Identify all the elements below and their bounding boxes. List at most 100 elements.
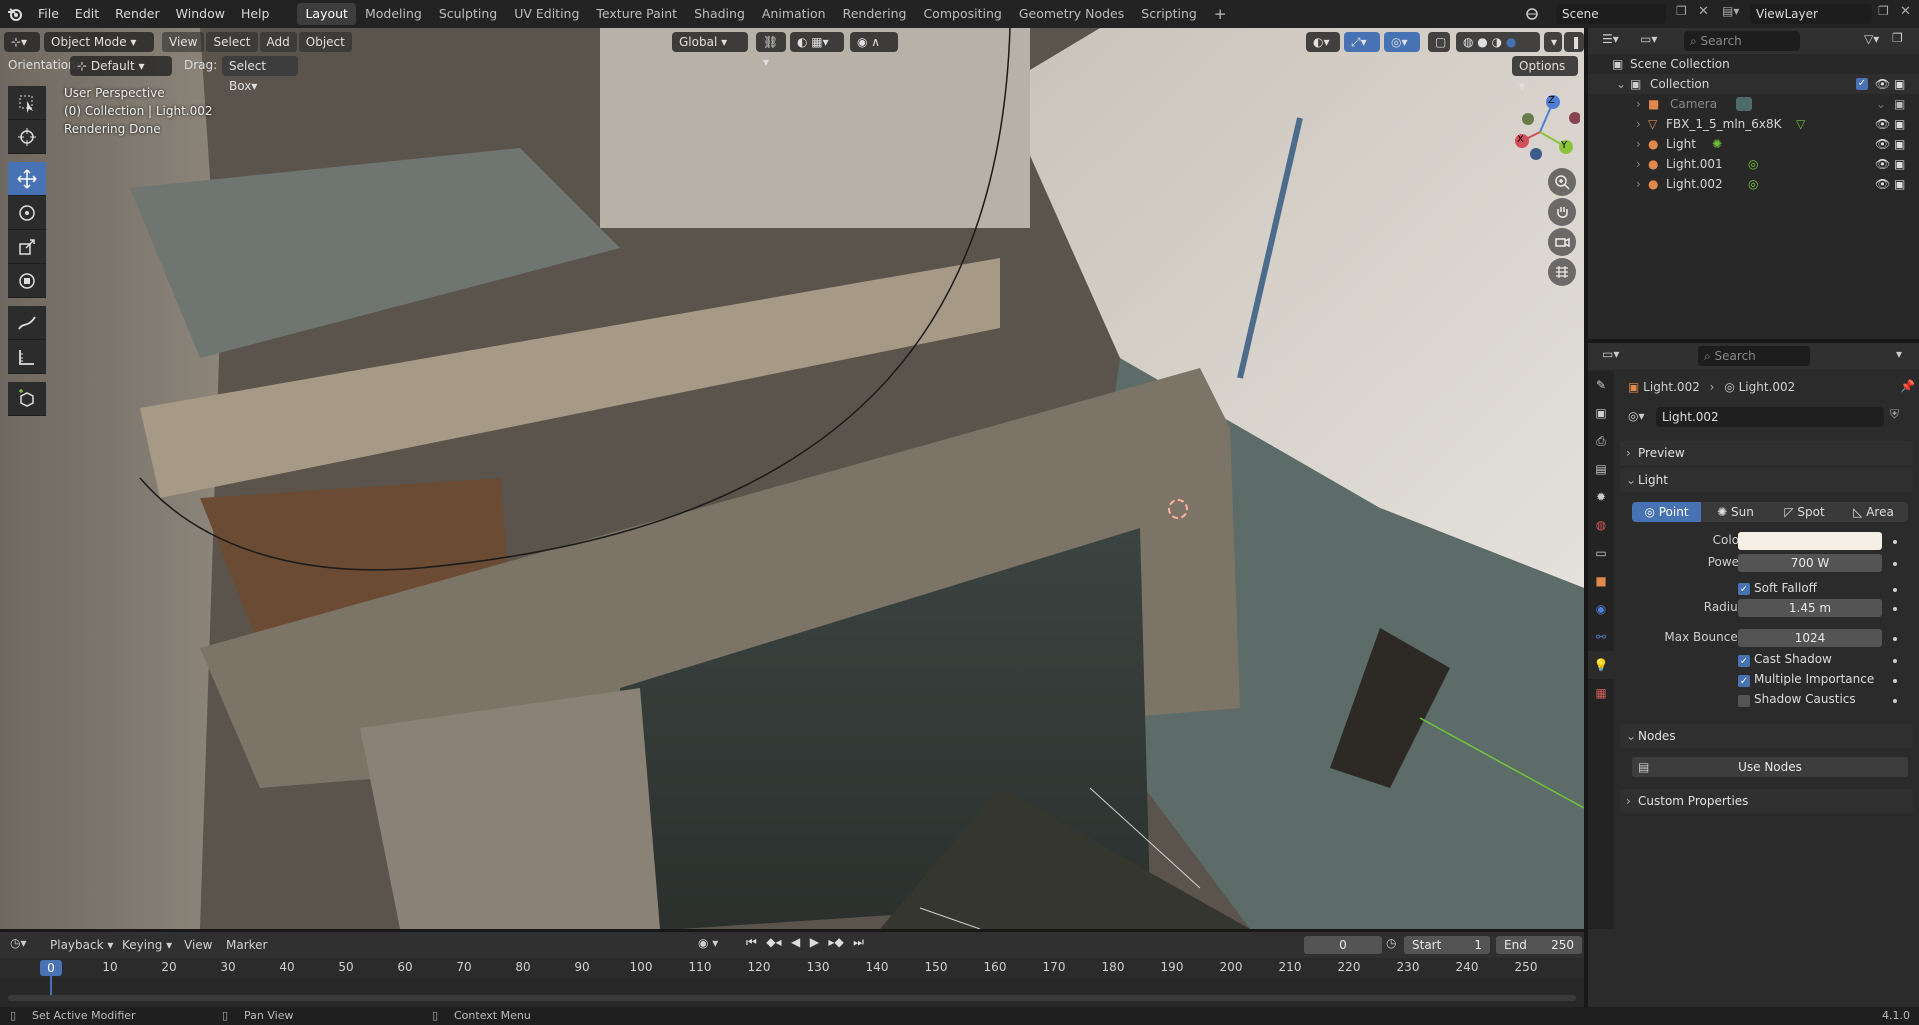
add-workspace-button[interactable]: +	[1206, 3, 1235, 25]
power-field[interactable]: 700 W	[1738, 554, 1882, 572]
physics-tab-icon[interactable]: ◉	[1588, 595, 1614, 623]
collection-expand-icon[interactable]: ⌄	[1616, 74, 1626, 94]
render-icon[interactable]: ▣	[1894, 114, 1905, 134]
end-frame-field[interactable]: End 250	[1496, 936, 1582, 954]
expand-icon[interactable]: ›	[1636, 94, 1641, 114]
display-mode-icon[interactable]: ▭▾	[1640, 32, 1670, 50]
start-frame-field[interactable]: Start 1	[1404, 936, 1490, 954]
menu-keying[interactable]: Keying ▾	[122, 938, 172, 952]
tab-rendering[interactable]: Rendering	[835, 3, 915, 25]
soft-falloff-checkbox[interactable]: ✓	[1738, 583, 1750, 595]
hidden-icon[interactable]: ⌄	[1876, 94, 1886, 114]
outliner-item-light-001[interactable]: › ● Light.001 ◎ 👁 ▣	[1588, 154, 1919, 174]
scene-icon[interactable]	[1522, 4, 1542, 24]
color-swatch[interactable]	[1738, 532, 1882, 550]
eye-icon[interactable]: 👁	[1875, 174, 1890, 194]
light-type-point[interactable]: ◎ Point	[1632, 502, 1701, 522]
properties-editor-type-icon[interactable]: ▭▾	[1602, 347, 1632, 361]
outliner-editor-type-icon[interactable]: ☰▾	[1602, 32, 1632, 50]
blender-logo-icon[interactable]	[0, 0, 30, 28]
xray-icon[interactable]: ▢	[1428, 32, 1450, 52]
pan-hand-icon[interactable]	[1548, 198, 1576, 226]
keyframe-dot[interactable]	[1893, 637, 1897, 641]
light-panel-header[interactable]: ⌄ Light	[1620, 468, 1913, 492]
menu-object[interactable]: Object	[298, 32, 352, 52]
annotate-tool[interactable]	[8, 306, 46, 340]
scene-tab-icon[interactable]: ✹	[1588, 483, 1614, 511]
tab-animation[interactable]: Animation	[754, 3, 834, 25]
view-layer-selector[interactable]: ViewLayer	[1750, 4, 1872, 24]
measure-tool[interactable]	[8, 340, 46, 374]
keyframe-dot[interactable]	[1893, 679, 1897, 683]
expand-icon[interactable]: ›	[1636, 134, 1641, 154]
editor-type-button[interactable]: ⊹▾	[4, 32, 40, 52]
menu-playback[interactable]: Playback ▾	[50, 938, 113, 952]
playhead[interactable]: 0	[40, 960, 62, 976]
collection-render-icon[interactable]: ▣	[1894, 74, 1905, 94]
light-datablock-field[interactable]: Light.002	[1656, 407, 1884, 427]
tab-sculpting[interactable]: Sculpting	[431, 3, 505, 25]
tab-uv-editing[interactable]: UV Editing	[506, 3, 587, 25]
menu-timeline-view[interactable]: View	[184, 938, 212, 952]
world-tab-icon[interactable]: ◍	[1588, 511, 1614, 539]
menu-file[interactable]: File	[30, 0, 67, 28]
eye-icon[interactable]: 👁	[1875, 134, 1890, 154]
timeline-scrollbar[interactable]	[8, 995, 1576, 1001]
outliner-item-mesh[interactable]: › ▽ FBX_1_5_mln_6x8K ▽ 👁 ▣	[1588, 114, 1919, 134]
perspective-toggle-icon[interactable]	[1548, 258, 1576, 286]
view-layer-tab-icon[interactable]: ▤	[1588, 455, 1614, 483]
light-type-sun[interactable]: ✺ Sun	[1701, 502, 1770, 522]
output-tab-icon[interactable]: ⎙	[1588, 427, 1614, 455]
transform-orientation-selector[interactable]: Global ▾	[672, 32, 748, 52]
light-data-tab-icon[interactable]: 💡	[1588, 651, 1614, 679]
tab-texture-paint[interactable]: Texture Paint	[588, 3, 685, 25]
menu-marker[interactable]: Marker	[226, 938, 267, 952]
light-type-spot[interactable]: ◸ Spot	[1770, 502, 1839, 522]
next-keyframe-icon[interactable]: ▸◆	[828, 935, 843, 955]
object-tab-icon[interactable]: ■	[1588, 567, 1614, 595]
mode-selector[interactable]: Object Mode ▾	[44, 32, 154, 52]
navigation-gizmo[interactable]: Z X Y	[1500, 92, 1581, 172]
zoom-icon[interactable]	[1548, 168, 1576, 196]
tab-geometry-nodes[interactable]: Geometry Nodes	[1011, 3, 1132, 25]
delete-view-layer-icon[interactable]: ✕	[1900, 4, 1916, 24]
delete-scene-icon[interactable]: ✕	[1698, 4, 1714, 24]
radius-field[interactable]: 1.45 m	[1738, 599, 1882, 617]
outliner-search-input[interactable]: ⌕ Search	[1684, 31, 1800, 51]
collection-exclude-checkbox[interactable]: ✓	[1856, 78, 1868, 90]
render-icon[interactable]: ▣	[1894, 134, 1905, 154]
expand-icon[interactable]: ›	[1636, 154, 1641, 174]
menu-render[interactable]: Render	[107, 0, 168, 28]
gizmo-toggle-icon[interactable]: ⤢▾	[1344, 32, 1380, 52]
collection-tab-icon[interactable]: ▭	[1588, 539, 1614, 567]
snap-icon[interactable]: ◐ ▦▾	[790, 32, 844, 52]
select-box-tool[interactable]	[8, 86, 46, 120]
clock-icon[interactable]: ◷	[1386, 936, 1396, 950]
jump-start-icon[interactable]: ⏮	[746, 935, 757, 955]
keyframe-dot[interactable]	[1893, 562, 1897, 566]
menu-window[interactable]: Window	[168, 0, 233, 28]
tab-compositing[interactable]: Compositing	[915, 3, 1009, 25]
outliner-item-light[interactable]: › ● Light ✺ 👁 ▣	[1588, 134, 1919, 154]
cast-shadow-checkbox[interactable]: ✓	[1738, 655, 1750, 667]
visibility-icon[interactable]: ◐▾	[1306, 32, 1340, 52]
play-icon[interactable]: ▶	[810, 935, 819, 955]
render-icon[interactable]: ▣	[1894, 174, 1905, 194]
scale-tool[interactable]	[8, 230, 46, 264]
tab-scripting[interactable]: Scripting	[1133, 3, 1205, 25]
keyframe-dot[interactable]	[1893, 607, 1897, 611]
custom-properties-panel-header[interactable]: › Custom Properties	[1620, 789, 1913, 813]
outliner-scene-collection-row[interactable]: ▣ Scene Collection	[1588, 54, 1919, 74]
eye-icon[interactable]: 👁	[1875, 154, 1890, 174]
eye-icon[interactable]: 👁	[1875, 114, 1890, 134]
menu-add[interactable]: Add	[259, 32, 297, 52]
current-frame-field[interactable]: 0	[1304, 936, 1382, 954]
tool-tab-icon[interactable]: ✎	[1588, 371, 1614, 399]
pause-render-icon[interactable]: ❚❚	[1564, 32, 1584, 52]
texture-tab-icon[interactable]: ▦	[1588, 679, 1614, 707]
render-icon[interactable]: ▣	[1894, 94, 1905, 114]
3d-viewport[interactable]: ⊹▾ Object Mode ▾ View Select Add Object …	[0, 28, 1584, 929]
move-tool[interactable]	[8, 162, 46, 196]
timeline-editor-type-icon[interactable]: ◷▾	[10, 936, 27, 950]
play-reverse-icon[interactable]: ◀	[791, 935, 800, 955]
